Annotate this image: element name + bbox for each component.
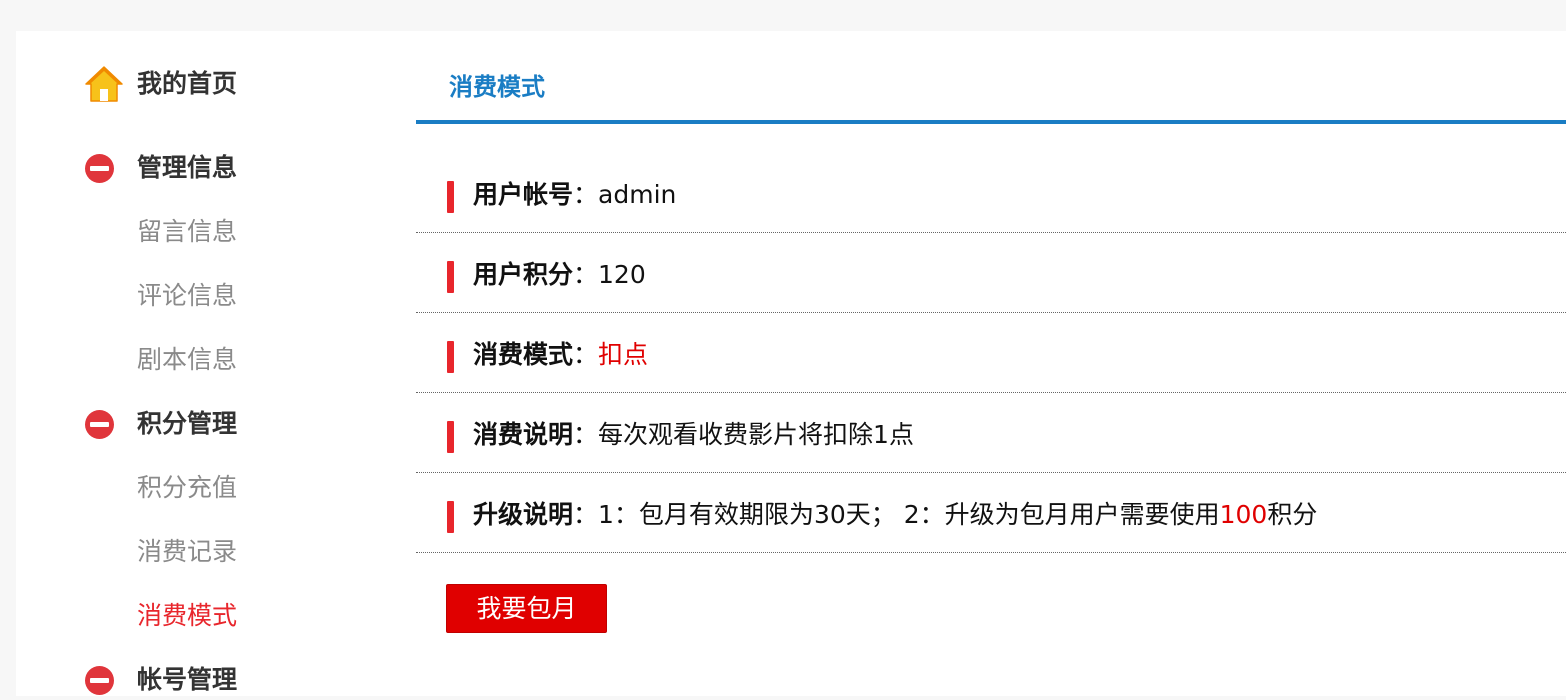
sidebar-item-label: 积分充值 <box>137 473 238 502</box>
sidebar-group-label: 帐号管理 <box>137 665 238 694</box>
row-key: 用户积分 <box>473 260 574 289</box>
row-key: 消费说明 <box>473 420 574 449</box>
row-sep: ： <box>573 180 599 209</box>
row-value: 120 <box>598 260 646 289</box>
row-marker <box>447 181 454 213</box>
row-marker <box>447 341 454 373</box>
row-marker <box>447 501 454 533</box>
row-marker <box>447 421 454 453</box>
sidebar-item-label: 留言信息 <box>137 217 238 246</box>
page-title: 消费模式 <box>449 73 545 101</box>
sidebar-item-label: 消费模式 <box>137 601 238 630</box>
row-sep: ： <box>573 340 599 369</box>
sidebar-item-label: 剧本信息 <box>137 345 238 374</box>
minus-circle-icon[interactable] <box>85 410 114 439</box>
content-panel: 我的首页 管理信息 留言信息 评论信息 剧本信息 积分管理 积分充值 消费记录 … <box>16 31 1566 696</box>
sidebar-item-label: 评论信息 <box>137 281 238 310</box>
sidebar-group-label: 管理信息 <box>137 153 238 182</box>
minus-circle-icon[interactable] <box>85 666 114 695</box>
info-row-account: 用户帐号：admin <box>416 153 1566 233</box>
sidebar-item-label: 消费记录 <box>137 537 238 566</box>
row-key: 升级说明 <box>473 500 574 529</box>
row-sep: ： <box>573 500 599 529</box>
row-value: 每次观看收费影片将扣除1点 <box>598 420 914 449</box>
title-divider <box>416 120 1566 124</box>
row-value: 扣点 <box>598 340 649 369</box>
sidebar-home-label: 我的首页 <box>137 69 238 98</box>
row-sep: ： <box>573 260 599 289</box>
monthly-subscribe-button[interactable]: 我要包月 <box>446 584 607 633</box>
row-marker <box>447 261 454 293</box>
info-row-consumption-note: 消费说明：每次观看收费影片将扣除1点 <box>416 393 1566 473</box>
row-value: 1：包月有效期限为30天； 2：升级为包月用户需要使用 <box>598 500 1220 529</box>
row-sep: ： <box>573 420 599 449</box>
home-icon <box>85 66 123 102</box>
row-key: 用户帐号 <box>473 180 574 209</box>
info-row-upgrade-note: 升级说明：1：包月有效期限为30天； 2：升级为包月用户需要使用100积分 <box>416 473 1566 553</box>
sidebar-group-label: 积分管理 <box>137 409 238 438</box>
row-value-suffix: 积分 <box>1267 500 1318 529</box>
minus-circle-icon[interactable] <box>85 154 114 183</box>
info-row-points: 用户积分：120 <box>416 233 1566 313</box>
row-value-highlight: 100 <box>1219 500 1268 529</box>
row-key: 消费模式 <box>473 340 574 369</box>
row-value: admin <box>598 180 677 209</box>
info-row-consumption-mode: 消费模式：扣点 <box>416 313 1566 393</box>
